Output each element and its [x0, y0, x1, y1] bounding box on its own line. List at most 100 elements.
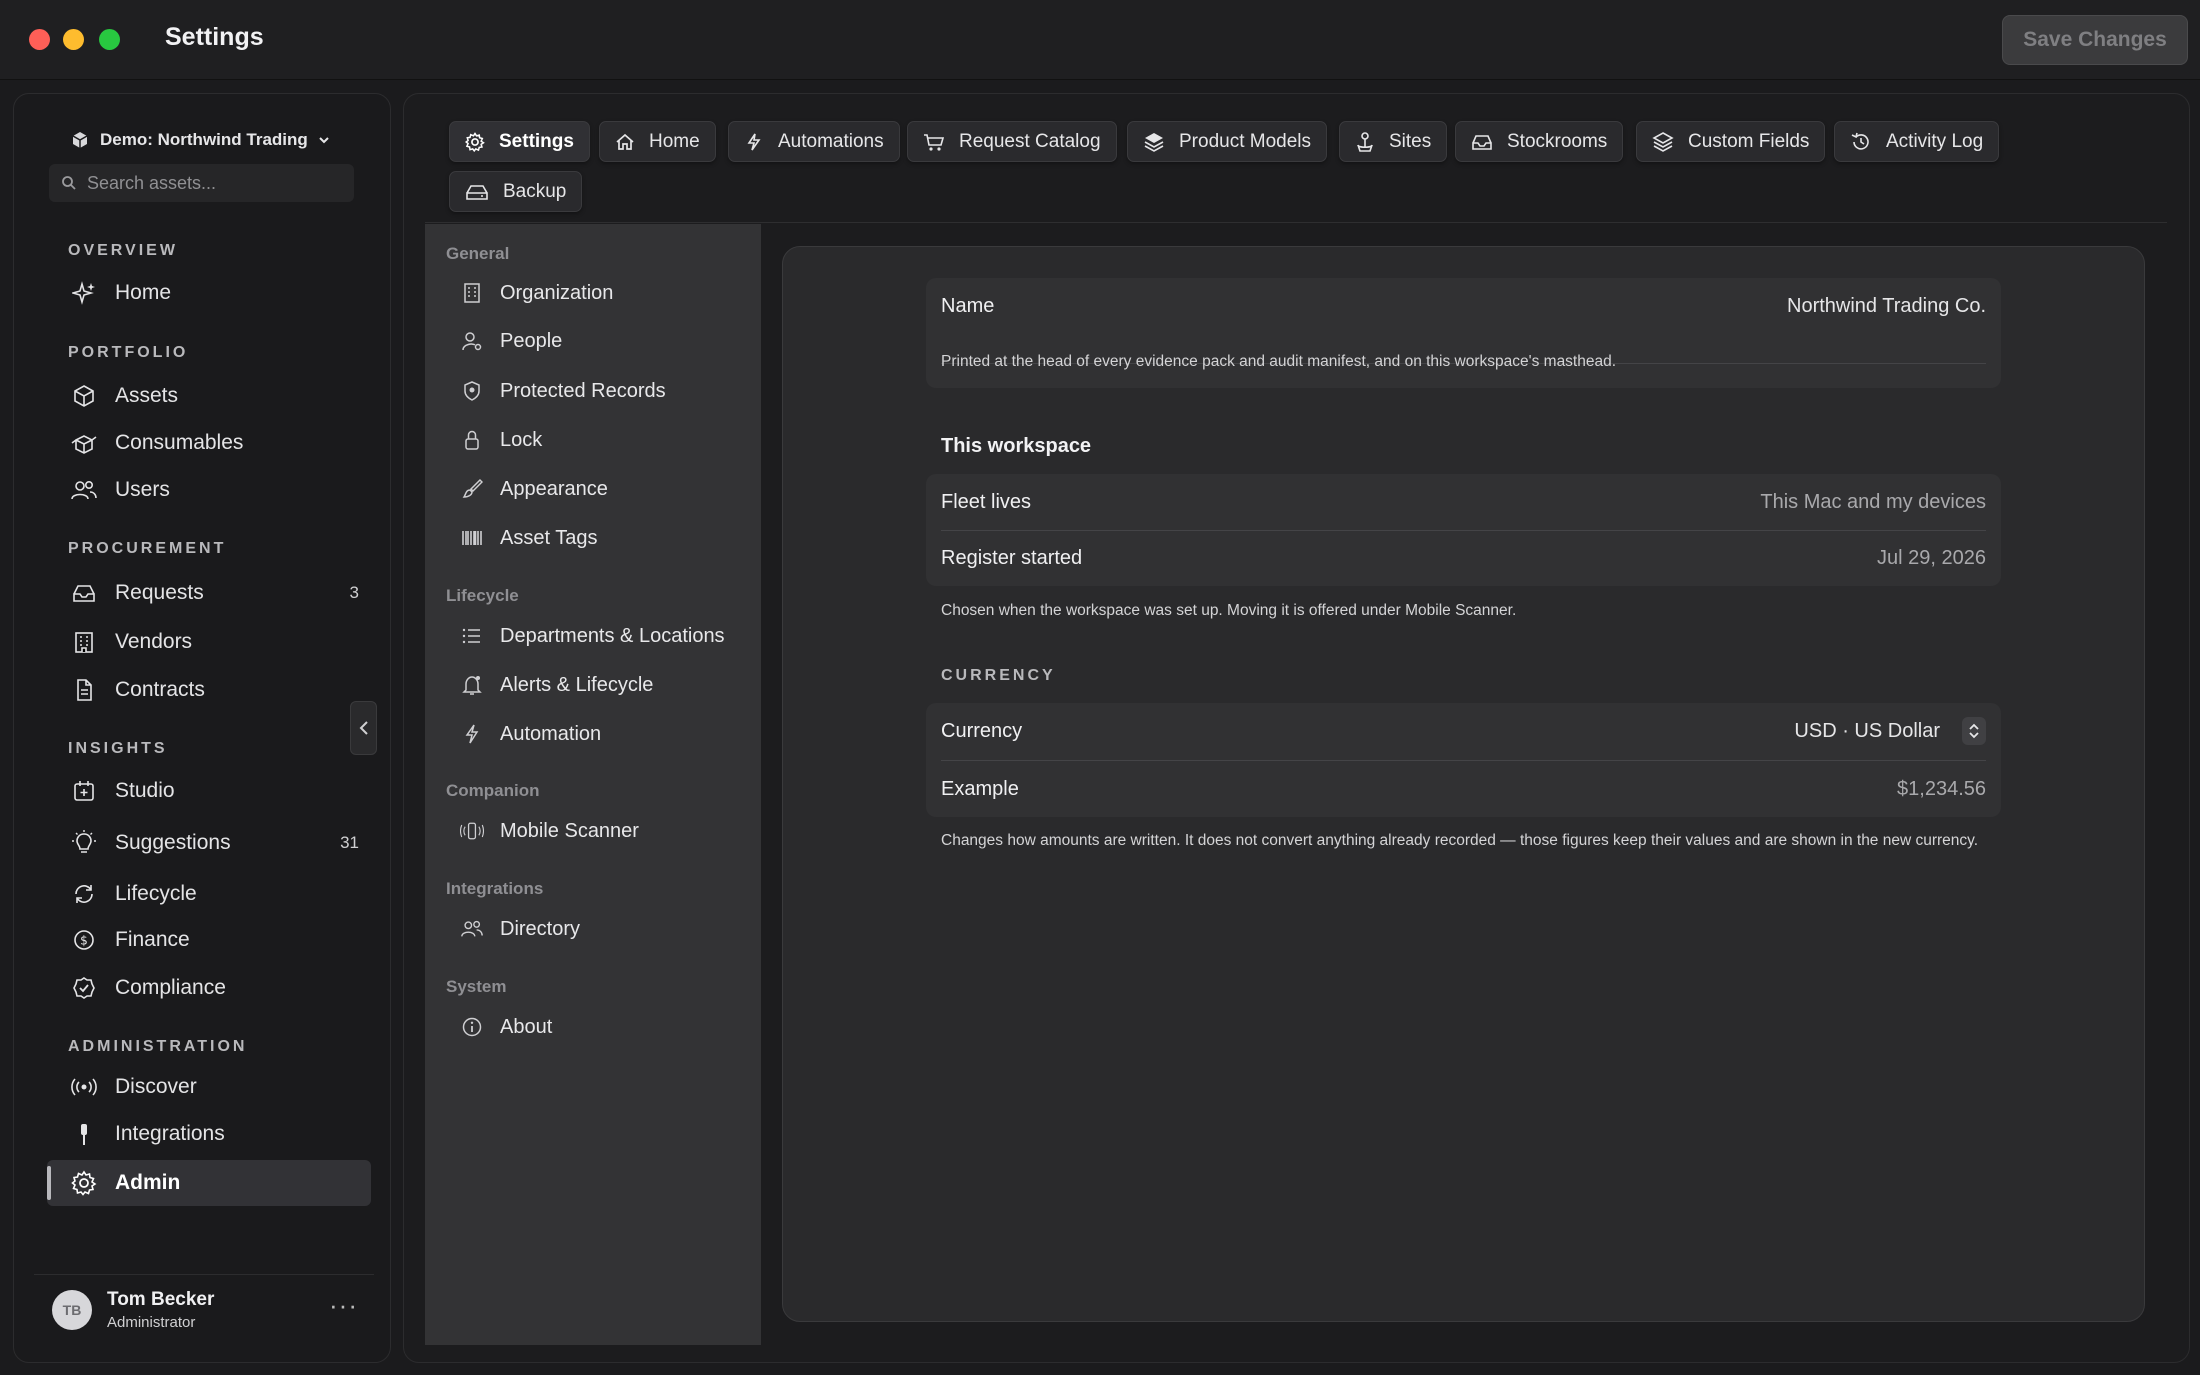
currency-group: Currency USD · US Dollar Example $1,234.…: [926, 703, 2001, 817]
subnav-item-mobile-scanner[interactable]: Mobile Scanner: [450, 810, 750, 852]
nav-item-assets[interactable]: Assets: [47, 373, 371, 419]
name-value[interactable]: Northwind Trading Co.: [1787, 295, 1986, 318]
drive-icon: [465, 182, 489, 202]
nav-label: Contracts: [115, 678, 205, 701]
subnav-item-automation[interactable]: Automation: [450, 713, 750, 755]
workspace-switcher[interactable]: Demo: Northwind Trading: [70, 130, 330, 150]
tab-label: Automations: [778, 130, 884, 152]
workspace-note: Chosen when the workspace was set up. Mo…: [941, 602, 1517, 619]
nav-label: Users: [115, 478, 170, 501]
nav-item-finance[interactable]: $ Finance: [47, 917, 371, 963]
avatar[interactable]: TB: [52, 1290, 92, 1330]
tab-activity-log[interactable]: Activity Log: [1834, 121, 2000, 162]
subnav-item-people[interactable]: People: [450, 320, 750, 362]
tab-label: Stockrooms: [1507, 130, 1608, 152]
tab-label: Sites: [1389, 130, 1432, 152]
name-label: Name: [941, 294, 995, 317]
tab-label: Home: [649, 130, 700, 152]
subnav-label: Automation: [500, 722, 602, 745]
nav-item-home[interactable]: Home: [47, 270, 371, 316]
subnav-label: Directory: [500, 917, 581, 940]
subnav-section-lifecycle: Lifecycle: [446, 586, 519, 605]
document-icon: [69, 675, 99, 705]
nav-item-consumables[interactable]: Consumables: [47, 420, 371, 466]
nav-label: Vendors: [115, 630, 193, 653]
save-changes-button[interactable]: Save Changes: [2002, 15, 2188, 65]
currency-select[interactable]: USD · US Dollar: [1794, 717, 1986, 745]
nav-item-lifecycle[interactable]: Lifecycle: [47, 871, 371, 917]
subnav-item-appearance[interactable]: Appearance: [450, 468, 750, 510]
up-down-chevron-icon[interactable]: [1962, 717, 1986, 745]
example-row: Example $1,234.56: [926, 761, 2001, 817]
plug-icon: [69, 1119, 99, 1149]
currency-row[interactable]: Currency USD · US Dollar: [926, 703, 2001, 759]
more-options-icon[interactable]: ···: [329, 1290, 358, 1321]
nav-item-studio[interactable]: Studio: [47, 768, 371, 814]
collapse-sidebar-button[interactable]: [350, 701, 377, 755]
box-icon: [70, 130, 90, 150]
tab-product-models[interactable]: Product Models: [1127, 121, 1328, 162]
sidebar: Demo: Northwind Trading Search assets...…: [13, 93, 391, 1363]
nav-item-suggestions[interactable]: Suggestions 31: [47, 820, 371, 866]
nav-item-contracts[interactable]: Contracts: [47, 667, 371, 713]
subnav-item-organization[interactable]: Organization: [450, 272, 750, 314]
tab-custom-fields[interactable]: Custom Fields: [1636, 121, 1826, 162]
subnav-item-about[interactable]: About: [450, 1006, 750, 1048]
subnav-item-alerts[interactable]: Alerts & Lifecycle: [450, 664, 750, 706]
tab-home[interactable]: Home: [599, 121, 716, 162]
register-value: Jul 29, 2026: [1877, 546, 1986, 569]
history-icon: [1850, 131, 1872, 153]
nav-item-requests[interactable]: Requests 3: [47, 570, 371, 616]
section-portfolio: PORTFOLIO: [68, 344, 189, 361]
search-input[interactable]: Search assets...: [49, 164, 354, 202]
tray-icon: [1471, 132, 1493, 152]
chevron-left-icon: [358, 720, 370, 736]
nav-label: Suggestions: [115, 831, 231, 854]
subnav-item-protected-records[interactable]: Protected Records: [450, 370, 750, 412]
tab-sites[interactable]: Sites: [1339, 121, 1448, 162]
subnav-item-lock[interactable]: Lock: [450, 419, 750, 461]
tab-settings[interactable]: Settings: [449, 121, 590, 162]
nav-item-discover[interactable]: Discover: [47, 1064, 371, 1110]
requests-count-badge: 3: [349, 583, 359, 602]
tab-label: Settings: [499, 130, 574, 152]
bell-icon: [460, 673, 484, 697]
subnav-item-directory[interactable]: Directory: [450, 908, 750, 950]
tab-automations[interactable]: Automations: [728, 121, 900, 162]
sparkle-icon: [69, 278, 99, 308]
gear-icon: [69, 1168, 99, 1198]
paintbrush-icon: [460, 477, 484, 501]
nav-label: Home: [115, 281, 172, 304]
subnav-label: Mobile Scanner: [500, 819, 639, 842]
subnav-item-asset-tags[interactable]: Asset Tags: [450, 517, 750, 559]
nav-label: Consumables: [115, 431, 244, 454]
close-window-button[interactable]: [29, 29, 50, 50]
nav-item-compliance[interactable]: Compliance: [47, 965, 371, 1011]
building-icon: [460, 281, 484, 305]
subnav-label: Departments & Locations: [500, 624, 725, 647]
list-icon: [460, 624, 484, 648]
nav-item-admin[interactable]: Admin: [47, 1160, 371, 1206]
nav-label: Admin: [115, 1171, 181, 1194]
nav-label: Finance: [115, 928, 190, 951]
inbox-icon: [69, 578, 99, 608]
nav-item-integrations[interactable]: Integrations: [47, 1111, 371, 1157]
user-name: Tom Becker: [107, 1289, 215, 1310]
shield-icon: [460, 379, 484, 403]
zoom-window-button[interactable]: [99, 29, 120, 50]
tab-label: Backup: [503, 180, 567, 202]
nav-item-vendors[interactable]: Vendors: [47, 619, 371, 665]
dollar-circle-icon: $: [69, 925, 99, 955]
name-note: Printed at the head of every evidence pa…: [941, 353, 1617, 370]
tab-backup[interactable]: Backup: [449, 171, 583, 212]
workspace-name: Demo: Northwind Trading: [100, 130, 308, 149]
nav-item-users[interactable]: Users: [47, 467, 371, 513]
tab-request-catalog[interactable]: Request Catalog: [907, 121, 1117, 162]
divider: [425, 222, 2167, 223]
subnav-item-departments[interactable]: Departments & Locations: [450, 615, 750, 657]
name-row[interactable]: Name Northwind Trading Co.: [926, 278, 2001, 334]
search-placeholder: Search assets...: [87, 172, 217, 193]
tab-stockrooms[interactable]: Stockrooms: [1455, 121, 1624, 162]
nav-label: Discover: [115, 1075, 197, 1098]
minimize-window-button[interactable]: [63, 29, 84, 50]
